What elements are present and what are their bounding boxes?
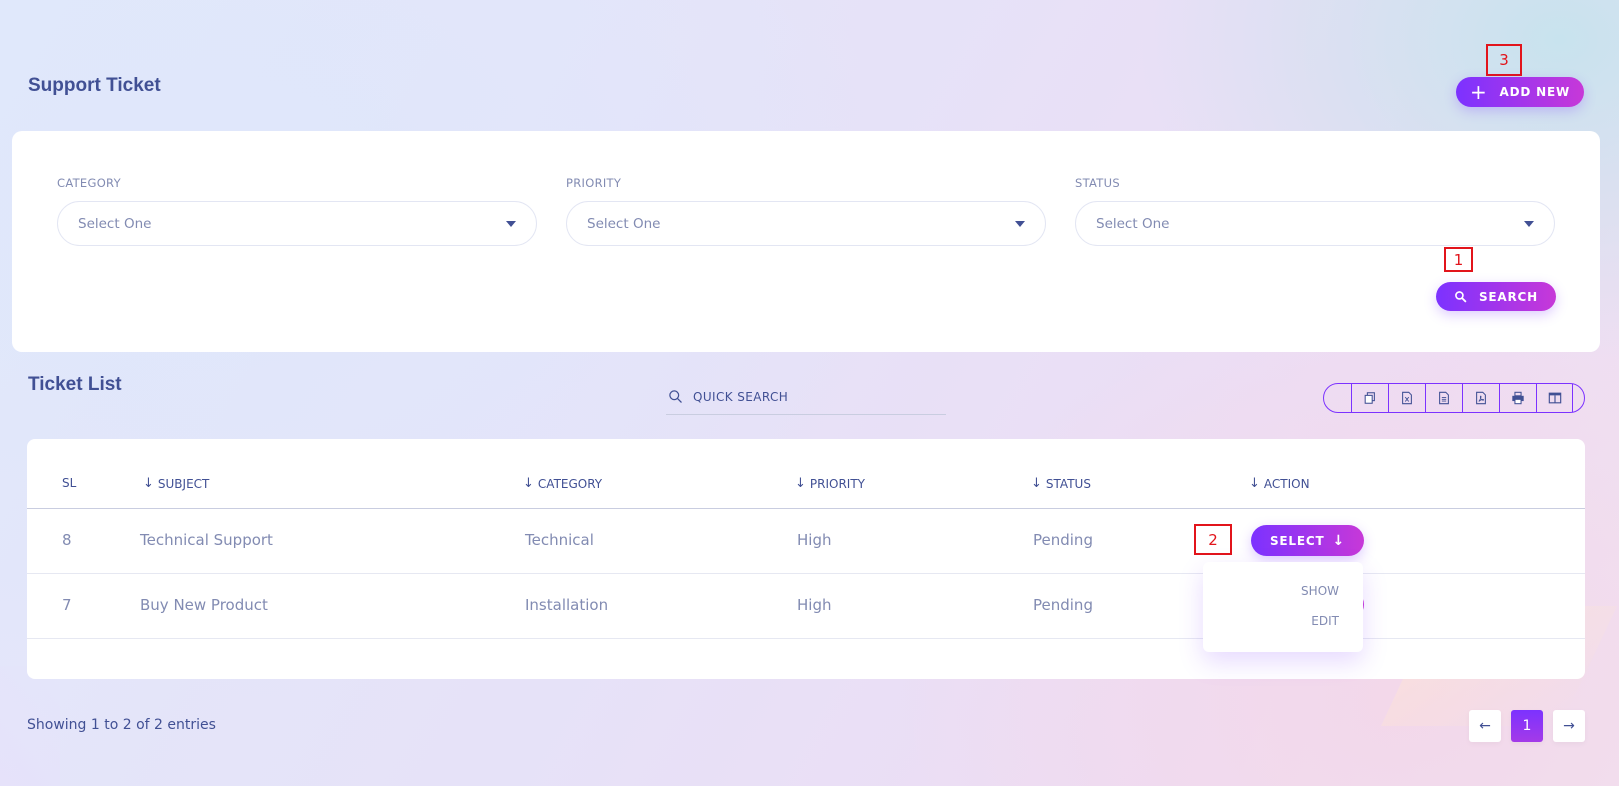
- arrow-left-icon: ←: [1479, 718, 1491, 734]
- cell-subject: Technical Support: [140, 531, 273, 549]
- plus-icon: +: [1469, 80, 1488, 104]
- column-header-label: CATEGORY: [537, 476, 603, 491]
- status-label: STATUS: [1075, 176, 1120, 190]
- search-button[interactable]: SEARCH: [1436, 282, 1556, 311]
- arrow-down-icon: ↓: [1332, 532, 1345, 549]
- arrow-right-icon: →: [1563, 718, 1575, 734]
- dropdown-item-show[interactable]: SHOW: [1203, 584, 1363, 614]
- pagination-next-button[interactable]: →: [1553, 710, 1585, 742]
- priority-filter: PRIORITY Select One: [566, 176, 1046, 246]
- pagination-page-button[interactable]: 1: [1511, 710, 1543, 742]
- category-filter: CATEGORY Select One: [57, 176, 537, 246]
- column-visibility-button[interactable]: [1536, 384, 1573, 412]
- status-select[interactable]: Select One: [1075, 201, 1555, 246]
- priority-select-value: Select One: [587, 215, 661, 232]
- column-visibility-icon: [1548, 392, 1561, 404]
- column-header-label: PRIORITY: [809, 476, 866, 491]
- export-toolbar: [1323, 383, 1585, 413]
- priority-label: PRIORITY: [566, 176, 622, 190]
- search-icon: [1455, 291, 1467, 303]
- annotation-marker-2: 2: [1194, 524, 1232, 555]
- column-header-label: SUBJECT: [157, 476, 210, 491]
- cell-status: Pending: [1033, 531, 1093, 549]
- sort-arrow-icon: ↓: [143, 476, 154, 491]
- column-header-priority[interactable]: ↓ PRIORITY: [795, 476, 865, 491]
- cell-category: Installation: [525, 596, 609, 614]
- cell-category: Technical: [525, 531, 594, 549]
- dropdown-item-edit[interactable]: EDIT: [1203, 614, 1363, 644]
- cell-sl: 7: [62, 596, 72, 614]
- status-filter: STATUS Select One: [1075, 176, 1555, 246]
- cell-priority: High: [797, 531, 832, 549]
- print-button[interactable]: [1499, 384, 1536, 412]
- sort-arrow-icon: ↓: [795, 476, 806, 491]
- column-header-category[interactable]: ↓ CATEGORY: [523, 476, 602, 491]
- action-dropdown-menu: SHOW EDIT: [1203, 562, 1363, 652]
- column-header-subject[interactable]: ↓ SUBJECT: [143, 476, 209, 491]
- category-select[interactable]: Select One: [57, 201, 537, 246]
- csv-button[interactable]: [1425, 384, 1462, 412]
- action-select-label: SELECT: [1269, 533, 1325, 548]
- quick-search-placeholder: QUICK SEARCH: [693, 389, 789, 404]
- column-header-label: ACTION: [1263, 476, 1310, 491]
- search-label: SEARCH: [1478, 289, 1539, 304]
- caret-down-icon: [506, 220, 516, 227]
- caret-down-icon: [1015, 220, 1025, 227]
- column-header-sl[interactable]: SL: [62, 476, 76, 490]
- add-new-button[interactable]: + ADD NEW: [1456, 77, 1584, 107]
- cell-sl: 8: [62, 531, 72, 549]
- category-select-value: Select One: [78, 215, 152, 232]
- add-new-label: ADD NEW: [1499, 85, 1571, 99]
- caret-down-icon: [1524, 220, 1534, 227]
- copy-icon: [1364, 392, 1375, 404]
- print-icon: [1512, 391, 1524, 405]
- ticket-list-title: Ticket List: [28, 374, 122, 395]
- excel-icon: [1402, 391, 1412, 405]
- action-select-button[interactable]: SELECT ↓: [1251, 525, 1364, 556]
- column-header-label: STATUS: [1045, 476, 1091, 491]
- sort-arrow-icon: ↓: [1249, 476, 1260, 491]
- filter-card: CATEGORY Select One PRIORITY Select One …: [12, 131, 1600, 352]
- priority-select[interactable]: Select One: [566, 201, 1046, 246]
- header-divider: [27, 508, 1585, 509]
- annotation-marker-3: 3: [1486, 44, 1522, 76]
- sort-arrow-icon: ↓: [1031, 476, 1042, 491]
- search-icon: [669, 390, 682, 403]
- status-select-value: Select One: [1096, 215, 1170, 232]
- page-title: Support Ticket: [28, 75, 161, 96]
- column-header-action[interactable]: ↓ ACTION: [1249, 476, 1310, 491]
- page-number: 1: [1522, 718, 1532, 734]
- cell-priority: High: [797, 596, 832, 614]
- cell-subject: Buy New Product: [140, 596, 268, 614]
- pdf-button[interactable]: [1462, 384, 1499, 412]
- pagination-prev-button[interactable]: ←: [1469, 710, 1501, 742]
- column-header-label: SL: [62, 476, 77, 490]
- annotation-marker-1: 1: [1444, 247, 1473, 272]
- excel-button[interactable]: [1388, 384, 1425, 412]
- category-label: CATEGORY: [57, 176, 121, 190]
- cell-status: Pending: [1033, 596, 1093, 614]
- quick-search-input[interactable]: QUICK SEARCH: [666, 379, 946, 415]
- entries-info: Showing 1 to 2 of 2 entries: [27, 717, 216, 733]
- sort-arrow-icon: ↓: [523, 476, 534, 491]
- csv-icon: [1439, 391, 1449, 405]
- pdf-icon: [1476, 391, 1486, 405]
- copy-button[interactable]: [1351, 384, 1388, 412]
- column-header-status[interactable]: ↓ STATUS: [1031, 476, 1091, 491]
